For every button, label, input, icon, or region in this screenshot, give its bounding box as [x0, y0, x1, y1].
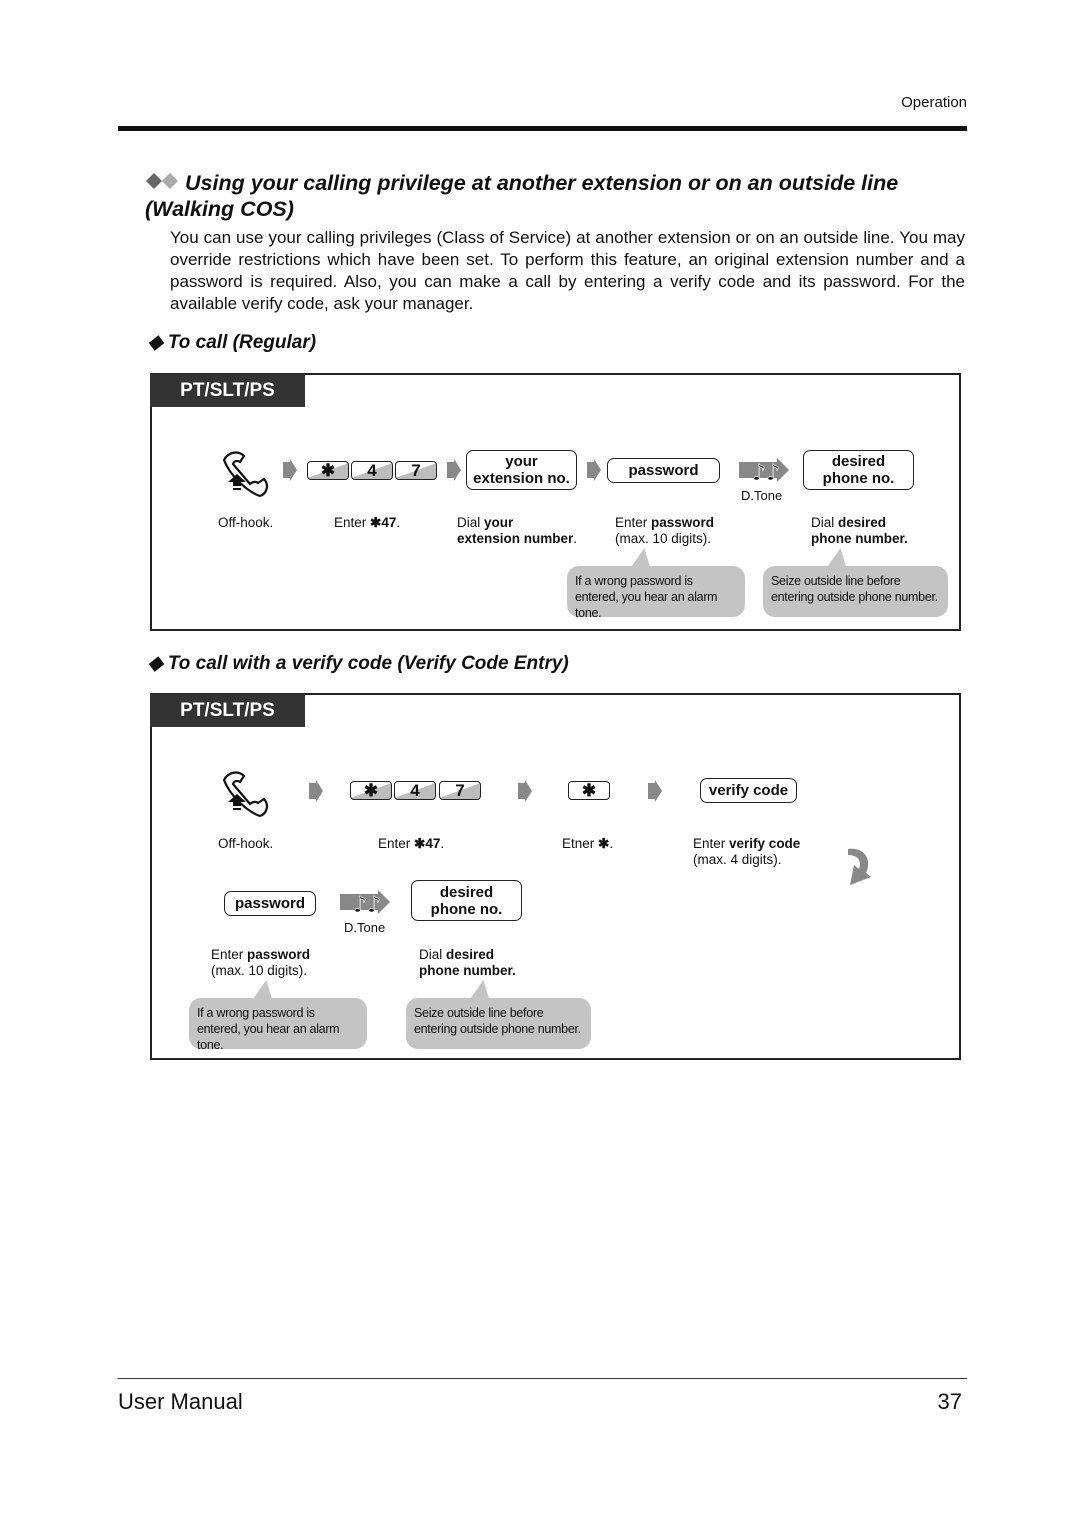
step-label-enter-code: Enter ✱47.	[378, 836, 445, 851]
section-heading-regular: ◆ To call (Regular)	[148, 332, 317, 353]
page-title: Using your calling privilege at another …	[145, 170, 899, 221]
step-label-desired: Dial desired phone number.	[419, 947, 516, 978]
step-label-offhook: Off-hook.	[218, 515, 274, 530]
dial-tone-label: D.Tone	[344, 920, 386, 935]
dial-tone-label: D.Tone	[741, 488, 783, 503]
device-tab: PT/SLT/PS	[150, 374, 305, 407]
dial-tone-icon	[340, 890, 391, 916]
password-box: password	[607, 458, 720, 483]
step-label-password: Enter password (max. 10 digits).	[211, 947, 311, 978]
desired-number-box: desired phone no.	[803, 450, 914, 490]
arrow-icon	[587, 459, 601, 481]
continue-curl-arrow-icon	[848, 848, 871, 885]
footer-title: User Manual	[118, 1389, 243, 1414]
offhook-phone-icon	[222, 771, 269, 818]
key-4: 4	[394, 781, 436, 800]
key-star: ✱	[568, 781, 610, 800]
key-star: ✱	[350, 781, 392, 800]
arrow-icon	[283, 459, 297, 481]
note-bubble-seize-line: Seize outside line before entering outsi…	[763, 566, 948, 617]
key-star: ✱	[307, 461, 349, 480]
step-label-verify-code: Enter verify code (max. 4 digits).	[693, 836, 801, 867]
note-bubble-wrong-password: If a wrong password is entered, you hear…	[189, 998, 367, 1052]
page-number: 37	[937, 1389, 962, 1414]
desired-number-box: desired phone no.	[411, 880, 522, 921]
diamond-icon: ◆	[148, 653, 168, 674]
extension-number-box: your extension no.	[466, 450, 577, 490]
note-bubble-wrong-password: If a wrong password is entered, you hear…	[567, 566, 745, 620]
step-label-enter-star: Etner ✱.	[562, 836, 614, 851]
diamond-icon: ◆	[148, 332, 168, 353]
note-bubble-seize-line: Seize outside line before entering outsi…	[406, 998, 591, 1049]
section-heading-verify: ◆ To call with a verify code (Verify Cod…	[148, 653, 569, 674]
device-tab: PT/SLT/PS	[150, 694, 305, 727]
step-label-password: Enter password (max. 10 digits).	[615, 515, 715, 546]
password-box: password	[224, 891, 316, 916]
verify-code-box: verify code	[700, 778, 797, 803]
arrow-icon	[648, 780, 662, 802]
step-label-dial-extension: Dial your extension number.	[457, 515, 578, 546]
step-label-desired: Dial desired phone number.	[811, 515, 908, 546]
offhook-phone-icon	[222, 451, 269, 498]
key-4: 4	[351, 461, 393, 480]
key-7: 7	[395, 461, 437, 480]
footer-rule	[118, 1378, 967, 1379]
key-7: 7	[439, 781, 481, 800]
arrow-icon	[447, 459, 461, 481]
header-rule	[118, 126, 967, 131]
step-label-offhook: Off-hook.	[218, 836, 274, 851]
intro-text: You can use your calling privileges (Cla…	[170, 228, 965, 313]
arrow-icon	[309, 780, 323, 802]
double-diamond-icon	[145, 170, 185, 196]
section-label: Operation	[901, 94, 967, 111]
step-label-enter-code: Enter ✱47.	[334, 515, 401, 530]
dial-tone-icon	[739, 458, 790, 484]
arrow-icon	[518, 780, 532, 802]
